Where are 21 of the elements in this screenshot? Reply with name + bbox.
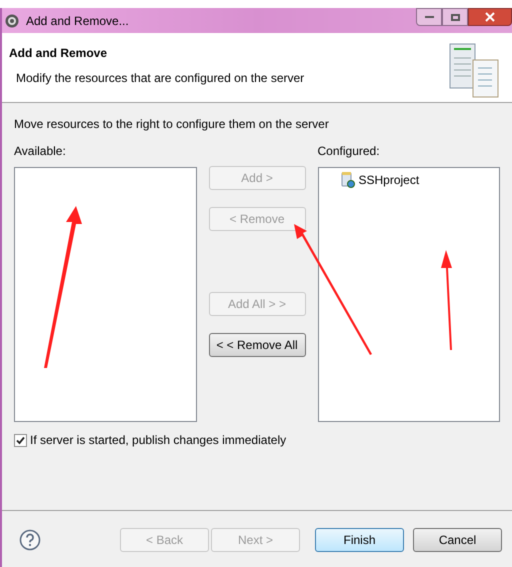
list-item[interactable]: SSHproject: [358, 171, 420, 189]
configured-list[interactable]: SSHproject: [318, 167, 500, 422]
instruction-text: Move resources to the right to configure them on the server: [14, 116, 330, 133]
cancel-button[interactable]: Cancel: [413, 528, 502, 552]
header-title: Add and Remove: [9, 45, 108, 62]
close-icon: [485, 12, 495, 22]
minimize-button[interactable]: [416, 8, 442, 26]
header-description: Modify the resources that are configured on the server: [16, 70, 304, 87]
project-icon: [340, 172, 354, 188]
publish-checkbox[interactable]: [14, 434, 27, 446]
help-icon[interactable]: [19, 529, 41, 551]
available-list[interactable]: [14, 167, 196, 422]
window-title: Add and Remove...: [26, 12, 129, 30]
maximize-button[interactable]: [442, 8, 468, 26]
configured-label: Configured:: [318, 143, 381, 160]
remove-all-button[interactable]: < < Remove All: [208, 333, 306, 357]
finish-button[interactable]: Finish: [315, 528, 404, 552]
gear-icon: [4, 12, 20, 28]
close-button[interactable]: [468, 8, 512, 26]
publish-label: If server is started, publish changes immediately: [30, 432, 286, 449]
available-label: Available:: [14, 143, 67, 160]
